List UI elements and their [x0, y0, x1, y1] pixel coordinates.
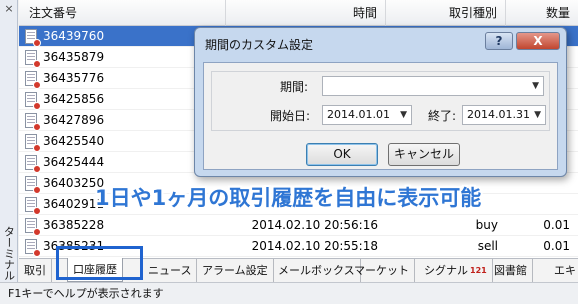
column-header-order[interactable]: 注文番号	[19, 0, 226, 26]
tab-label: アラーム設定	[202, 264, 268, 277]
cancel-button[interactable]: キャンセル	[388, 143, 460, 166]
tab-label: ニュース	[148, 264, 192, 277]
terminal-tab-bar: 取引 口座履歴 ニュース アラーム設定 メールボックス マーケット シグナル 121 図書館 エキ	[19, 258, 578, 282]
tab-label: 図書館	[494, 264, 527, 277]
order-document-icon	[25, 134, 41, 152]
status-bar: F1キーでヘルプが表示されます	[0, 282, 578, 304]
order-document-icon	[25, 50, 41, 68]
tab-label: メールボックス	[278, 264, 355, 277]
column-header-time[interactable]: 時間	[226, 0, 386, 26]
status-dot-icon	[33, 102, 41, 110]
cell-time: 2014.02.10 20:55:18	[251, 239, 378, 253]
cell-qty: 0.01	[543, 218, 570, 232]
period-select[interactable]: ▼	[322, 76, 544, 96]
close-button[interactable]: X	[516, 32, 560, 50]
tab-6[interactable]: シグナル 121	[419, 259, 493, 282]
tab-7[interactable]: 図書館	[489, 259, 533, 282]
tab-5[interactable]: マーケット	[349, 259, 415, 282]
order-document-icon	[25, 218, 41, 236]
tab-0[interactable]: 取引	[19, 259, 52, 282]
table-header: 注文番号 時間 取引種別 数量	[19, 0, 578, 26]
end-date-value: 2014.01.31	[467, 108, 530, 121]
status-dot-icon	[33, 228, 41, 236]
tab-1[interactable]: 口座履歴	[67, 258, 123, 282]
terminal-label: ターミナル	[1, 226, 17, 283]
order-document-icon	[25, 155, 41, 173]
ok-button[interactable]: OK	[306, 143, 378, 166]
status-dot-icon	[33, 207, 41, 215]
status-dot-icon	[33, 60, 41, 68]
status-dot-icon	[33, 144, 41, 152]
column-header-type[interactable]: 取引種別	[386, 0, 506, 26]
tab-label: 口座履歴	[73, 263, 117, 276]
tab-label: エキ	[554, 264, 576, 277]
cell-type: sell	[477, 239, 498, 253]
chevron-down-icon: ▼	[532, 81, 539, 91]
status-dot-icon	[33, 123, 41, 131]
period-label: 期間:	[280, 80, 309, 94]
order-document-icon	[25, 71, 41, 89]
order-document-icon	[25, 176, 41, 194]
cell-qty: 0.01	[543, 239, 570, 253]
help-button[interactable]: ?	[485, 32, 513, 50]
cell-order: 36385231	[43, 239, 105, 253]
status-text: F1キーでヘルプが表示されます	[8, 287, 164, 300]
order-document-icon	[25, 29, 41, 47]
cell-order: 36385228	[43, 218, 105, 232]
tab-badge: 121	[470, 266, 487, 275]
order-document-icon	[25, 239, 41, 257]
order-document-icon	[25, 92, 41, 110]
tab-2[interactable]: ニュース	[143, 259, 198, 282]
dialog-title: 期間のカスタム設定	[205, 38, 314, 52]
end-date-label: 終了:	[428, 109, 457, 123]
period-group-frame: 期間: ▼ 開始日: 2014.01.01 ▼ 終了: 2014.01.31 ▼	[211, 71, 550, 131]
tab-3[interactable]: アラーム設定	[197, 259, 274, 282]
table-row[interactable]: 36385231 2014.02.10 20:55:18 sell 0.01	[19, 236, 578, 257]
start-date-picker[interactable]: 2014.01.01 ▼	[322, 105, 412, 125]
custom-period-dialog: 期間のカスタム設定 ? X 期間: ▼ 開始日: 2014.01.01 ▼ 終了…	[194, 27, 567, 177]
tab-label: シグナル	[424, 264, 468, 277]
dialog-body: 期間: ▼ 開始日: 2014.01.01 ▼ 終了: 2014.01.31 ▼…	[203, 62, 558, 170]
promo-caption: 1日や1ヶ月の取引履歴を自由に表示可能	[95, 186, 482, 210]
status-dot-icon	[33, 39, 41, 47]
order-document-icon	[25, 197, 41, 215]
status-dot-icon	[33, 186, 41, 194]
table-row[interactable]: 36385228 2014.02.10 20:56:16 buy 0.01	[19, 215, 578, 236]
terminal-side-strip: × ターミナル	[0, 0, 18, 282]
chevron-down-icon: ▼	[534, 110, 541, 120]
status-dot-icon	[33, 249, 41, 257]
status-dot-icon	[33, 81, 41, 89]
status-dot-icon	[33, 165, 41, 173]
column-header-qty[interactable]: 数量	[506, 0, 578, 26]
tab-8[interactable]: エキ	[549, 259, 578, 282]
terminal-label-text: ターミナル	[2, 226, 16, 281]
chevron-down-icon: ▼	[400, 110, 407, 120]
tab-4[interactable]: メールボックス	[273, 259, 361, 282]
close-icon[interactable]: ×	[2, 2, 16, 16]
end-date-picker[interactable]: 2014.01.31 ▼	[462, 105, 546, 125]
order-document-icon	[25, 113, 41, 131]
tab-label: 取引	[24, 264, 46, 277]
tab-label: マーケット	[354, 264, 409, 277]
start-date-label: 開始日:	[270, 109, 311, 123]
start-date-value: 2014.01.01	[327, 108, 390, 121]
cell-type: buy	[475, 218, 498, 232]
cell-time: 2014.02.10 20:56:16	[251, 218, 378, 232]
